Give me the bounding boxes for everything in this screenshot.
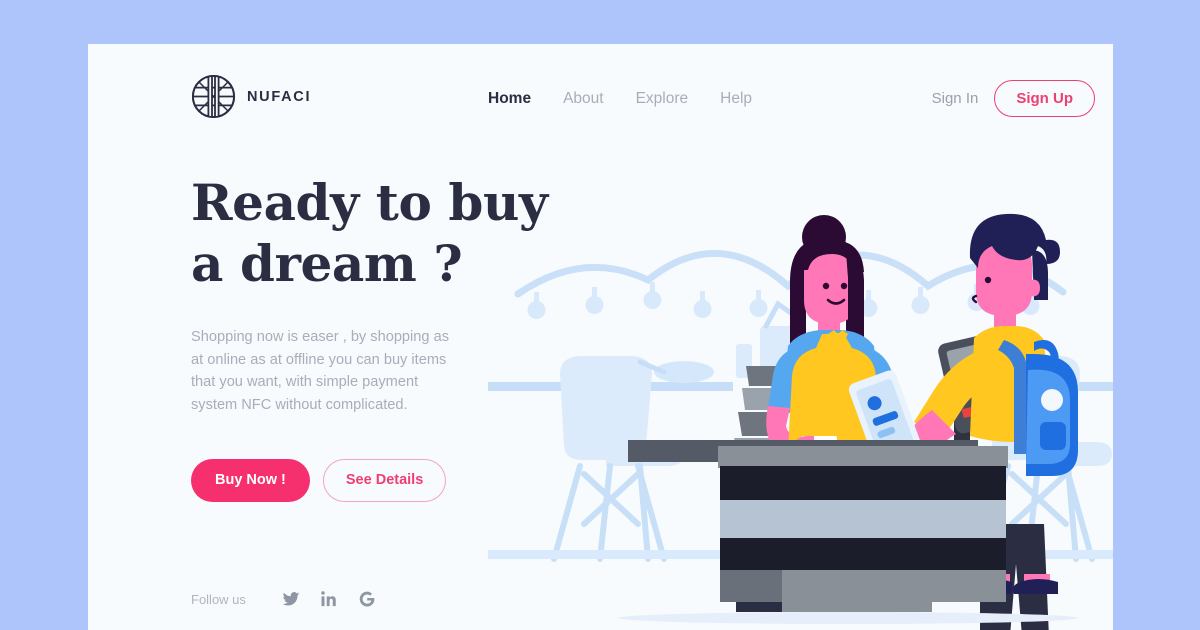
- linkedin-icon: [321, 591, 336, 607]
- twitter-icon: [282, 592, 300, 606]
- nav-item-explore[interactable]: Explore: [636, 90, 689, 108]
- nav-item-home[interactable]: Home: [488, 90, 531, 108]
- nav-item-about[interactable]: About: [563, 90, 604, 108]
- social-links: [282, 590, 376, 608]
- brand-logo[interactable]: NUFACI: [191, 74, 311, 119]
- brand-name: NUFACI: [247, 88, 312, 105]
- sign-up-button[interactable]: Sign Up: [994, 80, 1095, 117]
- main-navigation: Home About Explore Help: [488, 90, 752, 108]
- footer-social-bar: Follow us: [191, 590, 376, 608]
- nfc-payment-checkout-illustration: [488, 194, 1113, 630]
- nav-item-help[interactable]: Help: [720, 90, 752, 108]
- site-header: NUFACI Home About Explore Help Sign In S…: [88, 44, 1113, 154]
- buy-now-button[interactable]: Buy Now !: [191, 459, 310, 502]
- see-details-button[interactable]: See Details: [322, 459, 447, 502]
- sign-in-link[interactable]: Sign In: [928, 84, 983, 113]
- google-link[interactable]: [358, 590, 376, 608]
- linkedin-link[interactable]: [320, 590, 338, 608]
- hero-subtitle: Shopping now is easer , by shopping as a…: [191, 329, 449, 413]
- auth-actions: Sign In Sign Up: [928, 80, 1095, 117]
- landing-page-card: NUFACI Home About Explore Help Sign In S…: [88, 44, 1113, 630]
- follow-us-label: Follow us: [191, 591, 246, 607]
- twitter-link[interactable]: [282, 590, 300, 608]
- google-icon: [359, 591, 375, 607]
- circle-globe-logo-icon: [191, 74, 236, 119]
